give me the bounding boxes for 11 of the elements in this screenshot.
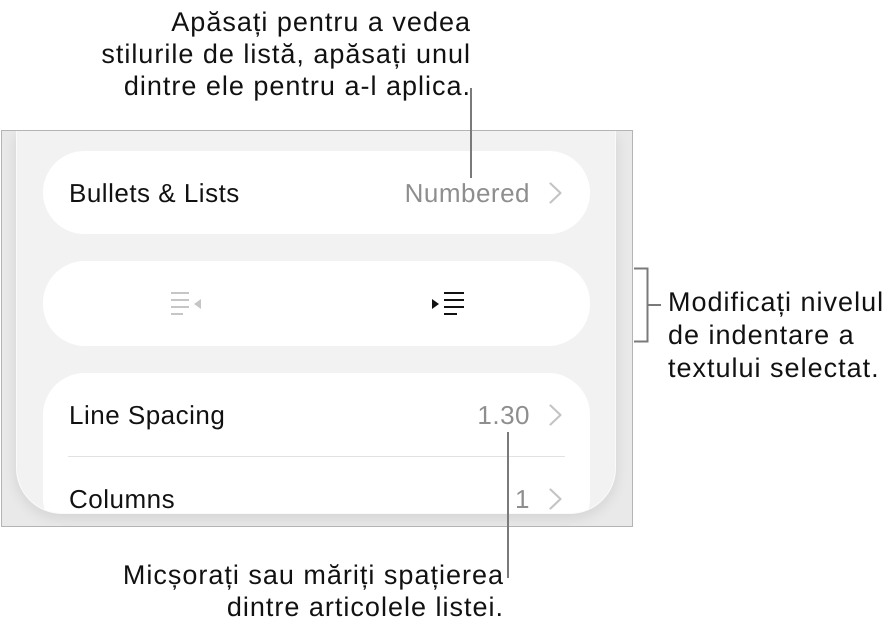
chevron-icon[interactable] [549,488,562,510]
row-value: 1 [515,486,530,510]
chevron-icon[interactable] [549,404,562,426]
chevron-icon[interactable] [549,182,562,204]
callout-text: Micșorați sau măriți spațierea dintre articolele listei. [122,559,504,623]
row-label: Columns [69,486,176,510]
callout-text: Apăsați pentru a vedea stilurile de listă, apăsați unul dintre ele pentru a-l aplica. [101,6,471,102]
row-label: Bullets & Lists [69,180,240,204]
row-value: Numbered [404,180,530,204]
row-value: 1.30 [477,402,530,426]
callout-text: Modificați nivelul de indentare a textului selectat. [668,286,884,385]
